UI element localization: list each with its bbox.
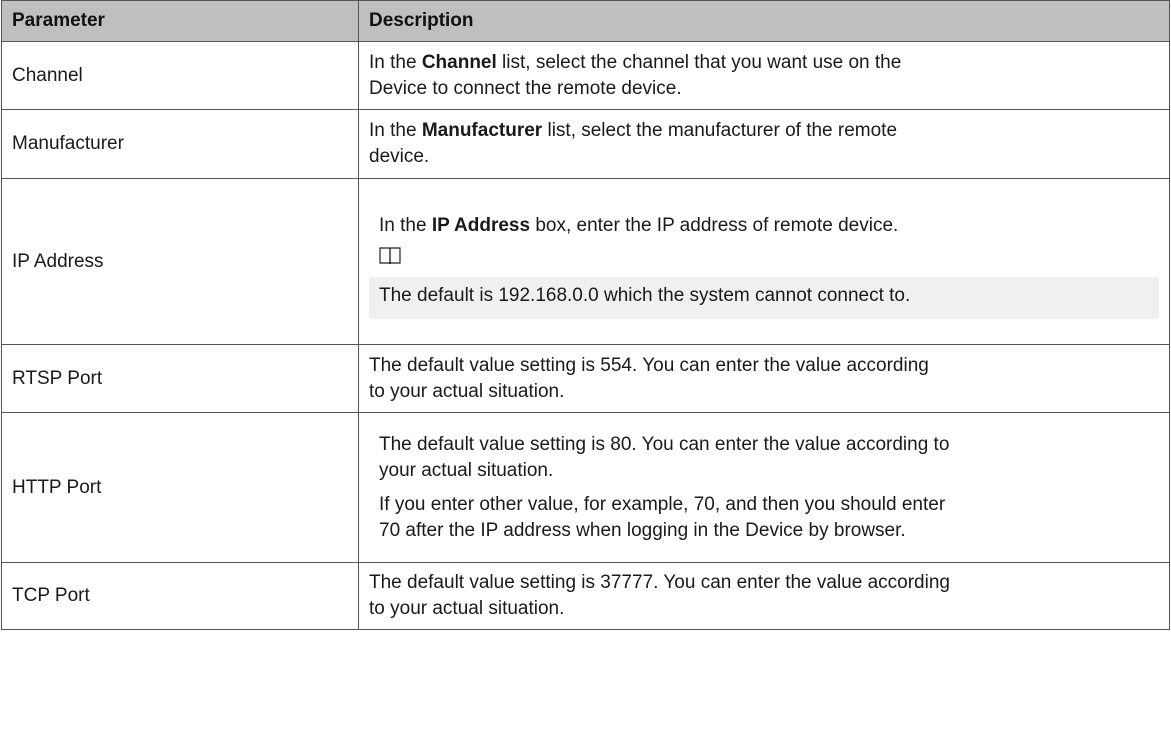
desc-text: In the: [379, 214, 432, 236]
desc-text: Device to connect the remote device.: [369, 77, 682, 99]
table-header-row: Parameter Description: [1, 0, 1170, 42]
desc-text: your actual situation.: [379, 459, 554, 481]
param-description: The default value setting is 80. You can…: [358, 412, 1170, 563]
desc-bold: Channel: [421, 51, 497, 73]
param-name: IP Address: [1, 178, 359, 345]
param-name: Channel: [1, 41, 359, 110]
desc-text: list, select the manufacturer of the rem…: [542, 120, 898, 141]
desc-text: If you enter other value, for example, 7…: [379, 493, 946, 515]
desc-text: to your actual situation.: [369, 380, 565, 402]
param-name: Manufacturer: [1, 109, 359, 179]
desc-text: The default value setting is 37777. You …: [369, 572, 950, 593]
param-name: HTTP Port: [1, 412, 359, 563]
table-row: HTTP Port The default value setting is 8…: [1, 412, 1170, 563]
table-row: Channel In the Channel list, select the …: [1, 41, 1170, 110]
header-parameter: Parameter: [1, 0, 359, 42]
desc-text: In the: [369, 51, 422, 73]
desc-text: to your actual situation.: [369, 598, 565, 619]
desc-text: box, enter the IP address of remote devi…: [530, 214, 899, 236]
desc-text: In the: [369, 120, 422, 141]
param-description: In the Manufacturer list, select the man…: [358, 109, 1170, 179]
param-name: TCP Port: [1, 562, 359, 630]
table-row: TCP Port The default value setting is 37…: [1, 562, 1170, 630]
desc-bold: Manufacturer: [421, 120, 543, 141]
note-text: The default is 192.168.0.0 which the sys…: [369, 276, 1159, 319]
param-description: The default value setting is 554. You ca…: [358, 344, 1170, 413]
book-icon: [379, 246, 401, 264]
desc-text: The default value setting is 80. You can…: [379, 433, 950, 455]
desc-bold: IP Address: [431, 214, 531, 236]
table-row: RTSP Port The default value setting is 5…: [1, 344, 1170, 413]
param-description: The default value setting is 37777. You …: [358, 562, 1170, 630]
table-row: Manufacturer In the Manufacturer list, s…: [1, 109, 1170, 179]
table-row: IP Address In the IP Address box, enter …: [1, 178, 1170, 345]
desc-text: device.: [369, 146, 430, 167]
param-description: In the IP Address box, enter the IP addr…: [358, 178, 1170, 345]
param-description: In the Channel list, select the channel …: [358, 41, 1170, 110]
header-description: Description: [358, 0, 1170, 42]
desc-text: The default value setting is 554. You ca…: [369, 354, 929, 376]
param-name: RTSP Port: [1, 344, 359, 413]
desc-text: 70 after the IP address when logging in …: [379, 519, 906, 541]
parameter-table: Parameter Description Channel In the Cha…: [1, 0, 1170, 630]
desc-text: list, select the channel that you want u…: [496, 51, 902, 73]
